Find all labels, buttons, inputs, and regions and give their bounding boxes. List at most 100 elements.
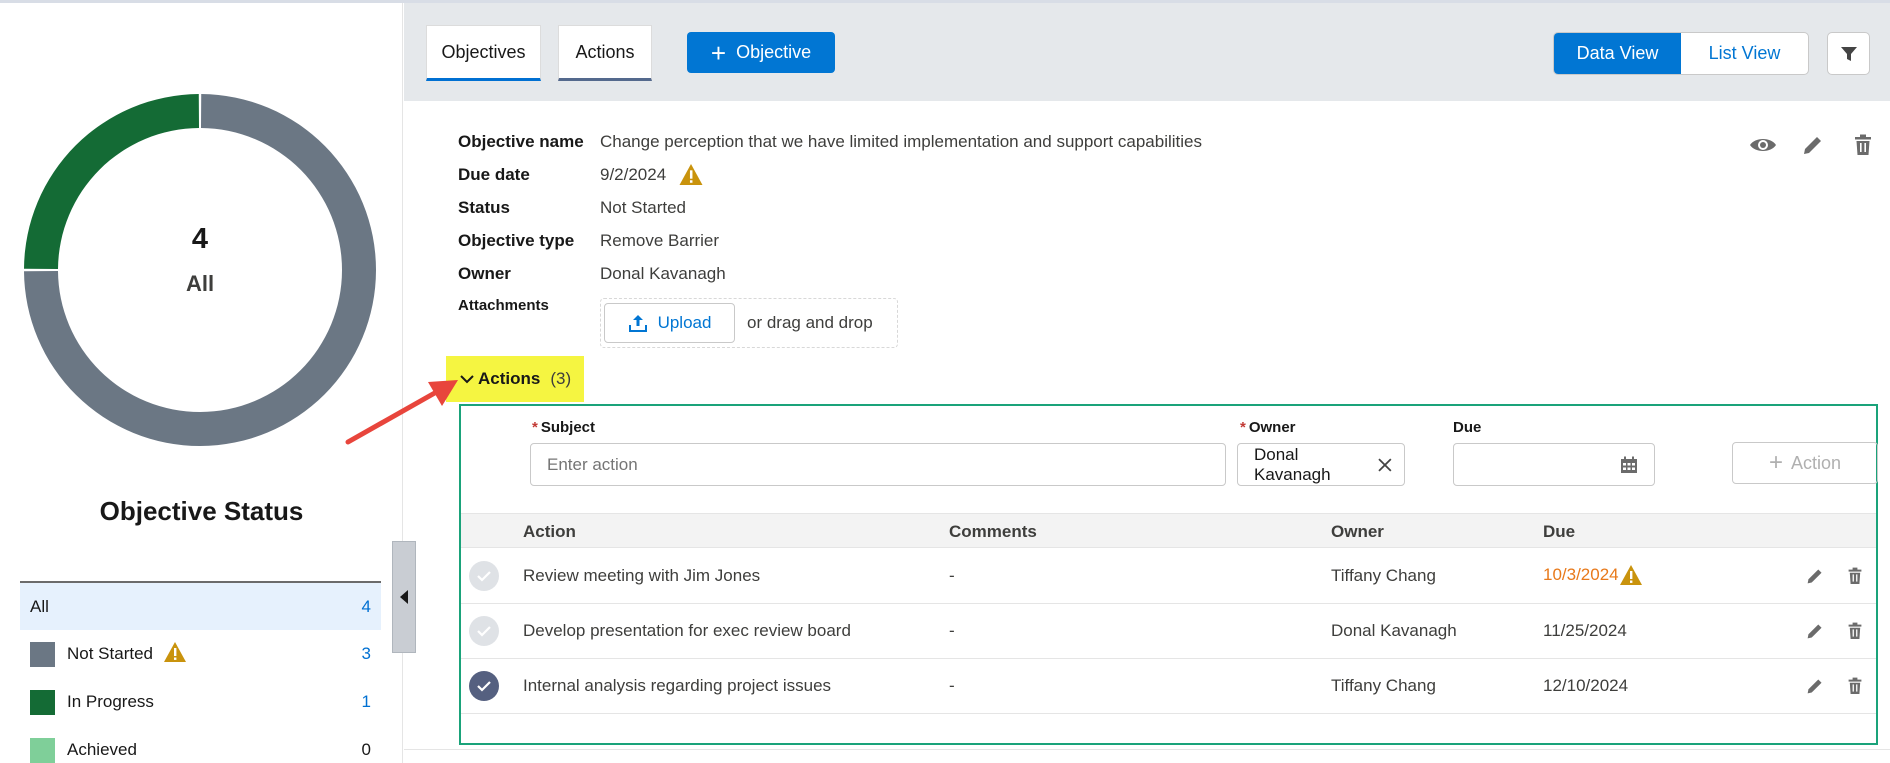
edit-row-button[interactable]: [1804, 565, 1826, 587]
donut-center: 4 All: [24, 223, 376, 297]
legend-label: Achieved: [67, 740, 137, 759]
view-toggle: Data View List View: [1553, 32, 1809, 75]
plus-icon: +: [1768, 449, 1783, 476]
objective-name-value: Change perception that we have limited i…: [600, 131, 1202, 151]
owner-value: Donal Kavanagh: [600, 263, 726, 283]
legend-swatch: [30, 689, 55, 715]
due-cell: 11/25/2024: [1543, 621, 1627, 640]
filter-icon: [1840, 46, 1857, 61]
checkmark-icon: [477, 571, 491, 582]
toolbar: Objectives Actions + Objective Data View…: [404, 3, 1890, 101]
tab-actions[interactable]: Actions: [558, 25, 652, 81]
legend-label: Not Started: [67, 644, 153, 663]
legend-swatch: [30, 641, 55, 667]
delete-row-button[interactable]: [1844, 675, 1866, 697]
action-cell: Develop presentation for exec review boa…: [523, 621, 851, 640]
close-icon[interactable]: [1378, 457, 1392, 472]
legend-item-achieved[interactable]: Achieved 0: [20, 726, 381, 763]
checkmark-icon: [477, 681, 491, 692]
plus-icon: +: [710, 37, 727, 68]
new-objective-label: Objective: [736, 42, 812, 62]
legend-swatch: [30, 737, 55, 763]
collapse-panel-button[interactable]: [392, 541, 416, 653]
add-action-label: Action: [1790, 452, 1842, 473]
due-cell: 10/3/2024: [1543, 564, 1643, 586]
status-legend: All 4 Not Started 3 In Progress 1 Achiev…: [20, 581, 381, 763]
status-value: Not Started: [600, 197, 686, 217]
pencil-icon: [1807, 569, 1822, 584]
subject-label: * Subject: [532, 419, 596, 436]
tab-objectives[interactable]: Objectives: [426, 25, 541, 81]
delete-button[interactable]: [1848, 130, 1878, 160]
table-row: Internal analysis regarding project issu…: [461, 659, 1876, 714]
table-row: Review meeting with Jim Jones - Tiffany …: [461, 549, 1876, 604]
owner-label: Owner: [458, 263, 511, 283]
donut-label: All: [185, 271, 215, 296]
comments-cell: -: [949, 676, 955, 695]
view-button[interactable]: [1748, 130, 1778, 160]
warning-icon: [163, 641, 187, 668]
trash-icon: [1855, 134, 1871, 155]
triangle-left-icon: [400, 590, 408, 604]
edit-row-button[interactable]: [1804, 675, 1826, 697]
objective-details: Objective name Change perception that we…: [458, 125, 1202, 290]
edit-row-button[interactable]: [1804, 620, 1826, 642]
due-date-input[interactable]: [1453, 443, 1655, 486]
legend-item-not-started[interactable]: Not Started 3: [20, 630, 381, 678]
due-date-value: 9/2/2024: [600, 164, 667, 184]
detail-row-name: Objective name Change perception that we…: [458, 125, 1202, 158]
new-objective-button[interactable]: + Objective: [687, 32, 835, 73]
comments-cell: -: [949, 566, 955, 585]
edit-button[interactable]: [1798, 130, 1828, 160]
detail-row-status: Status Not Started: [458, 191, 1202, 224]
action-cell: Internal analysis regarding project issu…: [523, 676, 832, 695]
upload-icon: [628, 315, 647, 332]
upload-button[interactable]: Upload: [604, 303, 735, 343]
column-header-owner: Owner: [1331, 522, 1384, 541]
eye-icon: [1750, 139, 1776, 151]
add-action-button[interactable]: + Action: [1732, 442, 1878, 484]
complete-checkbox[interactable]: [469, 561, 499, 591]
legend-item-all[interactable]: All 4: [20, 581, 381, 630]
complete-checkbox[interactable]: [469, 616, 499, 646]
complete-checkbox[interactable]: [469, 671, 499, 701]
legend-label: All: [30, 596, 49, 616]
owner-field-value: Donal Kavanagh: [1254, 444, 1331, 484]
objective-name-label: Objective name: [458, 131, 584, 151]
legend-label: In Progress: [67, 692, 154, 711]
list-view-button[interactable]: List View: [1681, 33, 1808, 74]
delete-row-button[interactable]: [1844, 620, 1866, 642]
legend-count: 4: [361, 596, 371, 616]
trash-icon: [1848, 622, 1862, 639]
filter-button[interactable]: [1827, 32, 1870, 75]
checkmark-icon: [477, 626, 491, 637]
status-label: Status: [458, 197, 510, 217]
legend-count: 0: [361, 740, 371, 759]
column-header-action: Action: [523, 522, 576, 541]
pencil-icon: [1807, 679, 1822, 694]
upload-label: Upload: [657, 313, 712, 332]
actions-section-title: Actions: [478, 369, 541, 388]
attachment-drop-zone[interactable]: Upload or drag and drop: [600, 298, 898, 348]
actions-section-count: (3): [550, 369, 572, 388]
warning-icon: [1619, 565, 1642, 585]
legend-item-in-progress[interactable]: In Progress 1: [20, 678, 381, 726]
drag-drop-text: or drag and drop: [747, 313, 873, 332]
objective-status-title: Objective Status: [99, 496, 304, 526]
data-view-button[interactable]: Data View: [1554, 33, 1681, 74]
owner-field-label: * Owner: [1240, 419, 1296, 436]
row-actions: [1804, 620, 1866, 642]
actions-panel: *Subject *Owner Donal Kavanagh Due + Act…: [459, 404, 1878, 745]
owner-field[interactable]: Donal Kavanagh: [1237, 443, 1405, 486]
calendar-icon[interactable]: [1620, 456, 1638, 474]
due-cell: 12/10/2024: [1543, 676, 1629, 695]
delete-row-button[interactable]: [1844, 565, 1866, 587]
subject-input[interactable]: [530, 443, 1226, 486]
action-cell: Review meeting with Jim Jones: [523, 566, 761, 585]
divider: [404, 749, 1890, 750]
due-label: Due: [1453, 419, 1482, 436]
actions-table-header: Action Comments Owner Due: [461, 513, 1876, 548]
detail-row-owner: Owner Donal Kavanagh: [458, 257, 1202, 290]
objective-actions: [1748, 130, 1878, 160]
annotation-arrow: [345, 380, 458, 445]
